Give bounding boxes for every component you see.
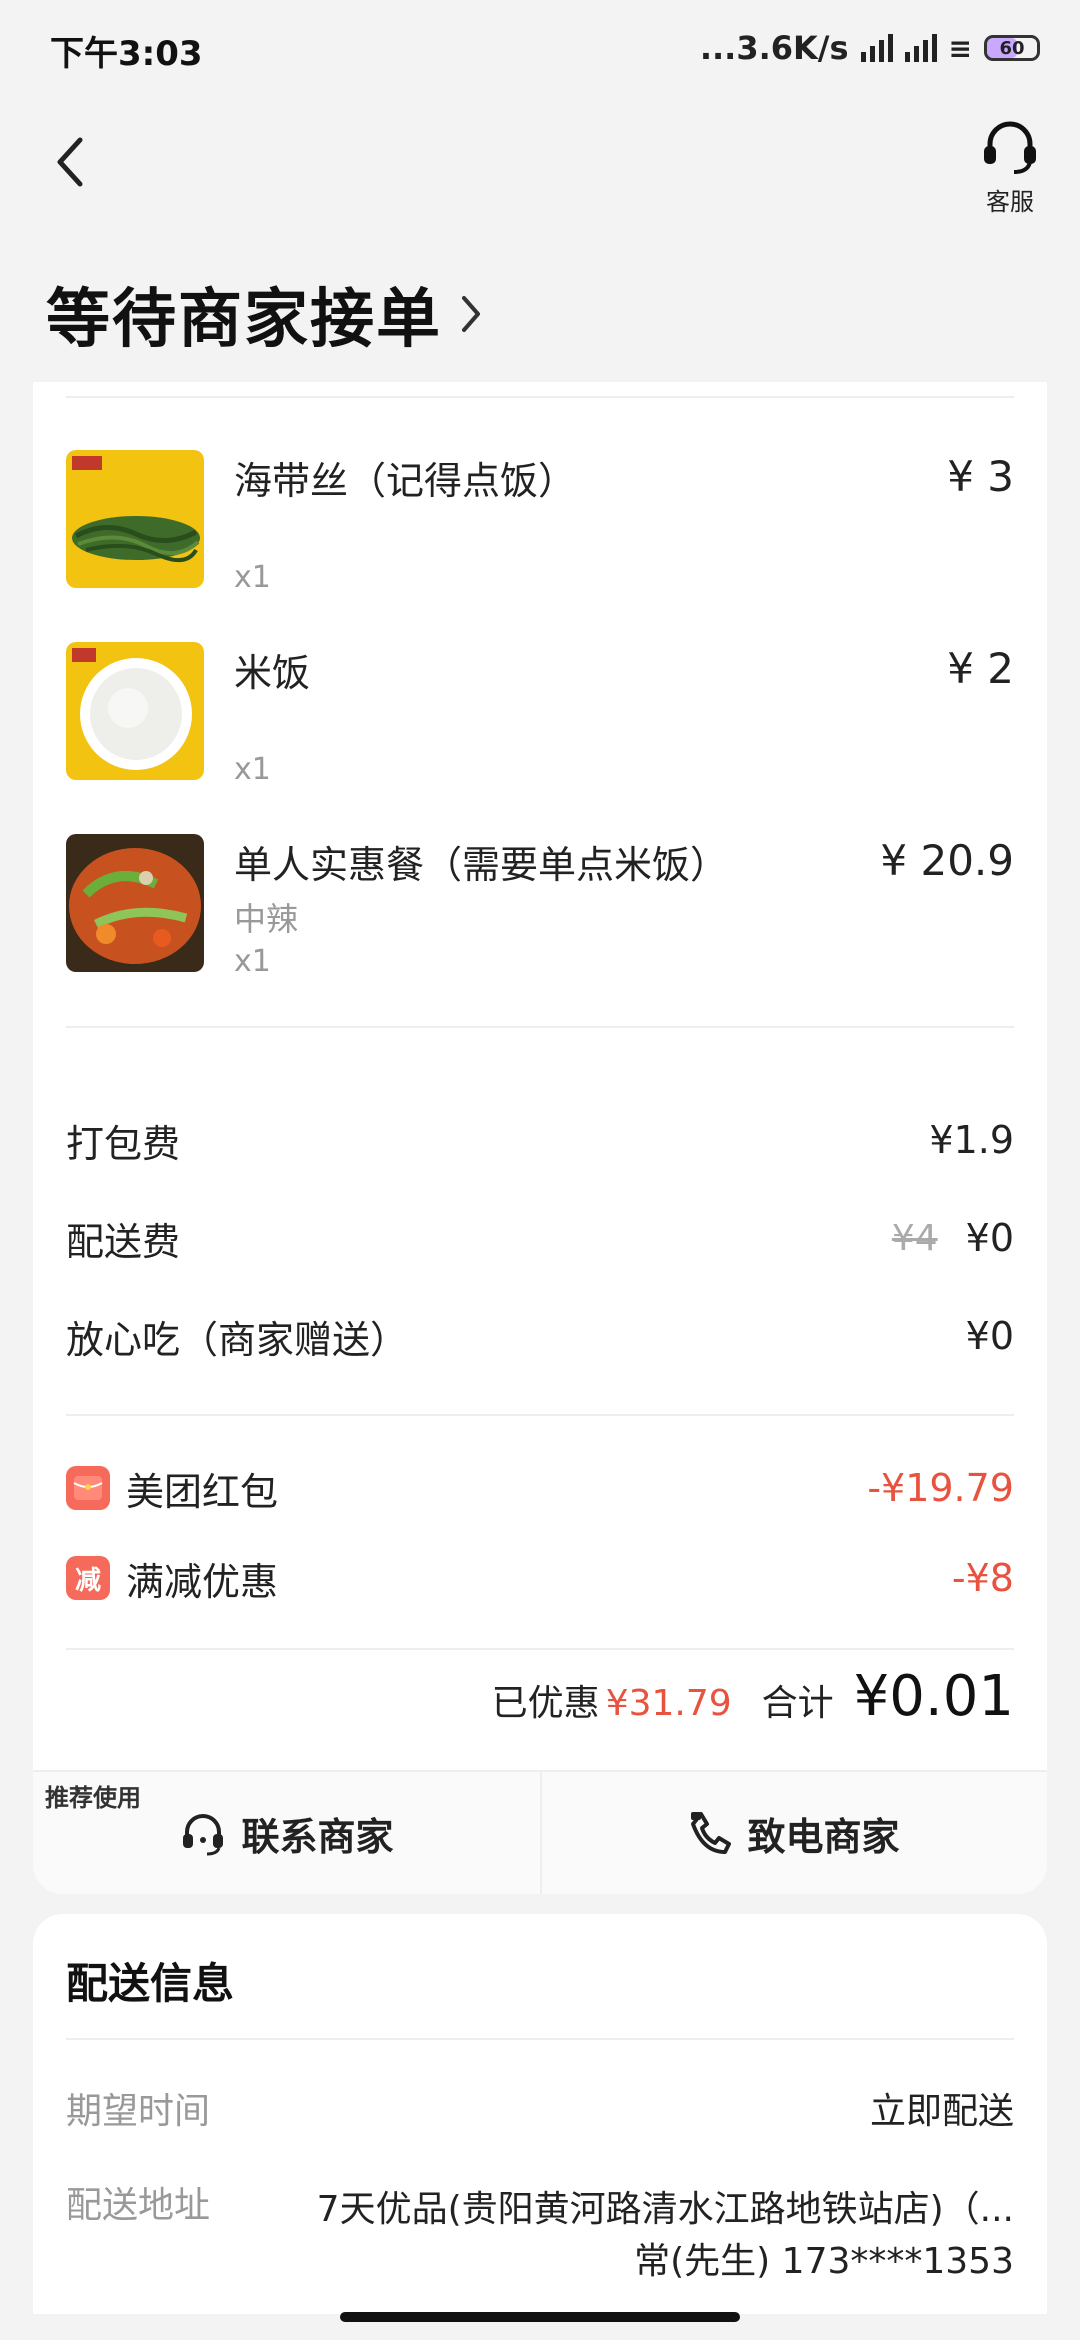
net-speed: ...3.6K/s <box>699 29 849 67</box>
delivery-info-title: 配送信息 <box>66 1959 235 2008</box>
signal-icon <box>860 34 893 62</box>
chevron-right-icon <box>462 296 480 332</box>
red-packet-label: 美团红包 <box>126 1469 279 1514</box>
item-price: ¥ 20.9 <box>880 836 1014 885</box>
saved-label: 已优惠 <box>491 1683 600 1724</box>
divider <box>66 1414 1014 1416</box>
wifi-icon: ≡ <box>948 31 972 65</box>
item-quantity: x1 <box>234 560 271 595</box>
signal-icon-2 <box>904 34 937 62</box>
order-item[interactable]: 海带丝（记得点饭） x1 ¥ 3 <box>66 450 1014 595</box>
packing-fee-row: 打包费 ¥1.9 <box>66 1110 1014 1170</box>
chat-headset-icon <box>183 1814 224 1856</box>
headset-icon <box>984 121 1036 174</box>
item-image-rice <box>66 642 204 780</box>
address-value: 7天优品(贵阳黄河路清水江路地铁站店)（... <box>316 2189 1014 2230</box>
divider <box>66 2038 1014 2040</box>
back-button[interactable] <box>54 134 94 190</box>
delivery-fee-original: ¥4 <box>891 1217 938 1259</box>
saved-value: ¥31.79 <box>605 1683 732 1724</box>
customer-service-button[interactable]: 客服 <box>970 118 1050 217</box>
home-indicator[interactable] <box>340 2312 740 2322</box>
item-image-set-meal <box>66 834 204 972</box>
call-merchant-label: 致电商家 <box>747 1814 900 1859</box>
expected-time-value: 立即配送 <box>869 2091 1014 2132</box>
red-packet-icon <box>66 1466 110 1510</box>
order-item[interactable]: 米饭 x1 ¥ 2 <box>66 642 1014 787</box>
total-row: 已优惠 ¥31.79 合计 ¥0.01 <box>492 1664 1014 1729</box>
expected-time-label: 期望时间 <box>66 2091 211 2132</box>
delivery-fee-label: 配送费 <box>66 1219 181 1264</box>
receiver-contact: 常(先生) 173****1353 <box>634 2241 1014 2282</box>
order-item[interactable]: 单人实惠餐（需要单点米饭） 中辣 x1 ¥ 20.9 <box>66 834 1014 979</box>
item-quantity: x1 <box>234 944 271 979</box>
divider <box>66 1648 1014 1650</box>
delivery-info-card: 配送信息 期望时间 立即配送 配送地址 7天优品(贵阳黄河路清水江路地铁站店)（… <box>33 1914 1047 2314</box>
call-merchant-button[interactable]: 致电商家 <box>540 1772 1047 1894</box>
reduction-label: 满减优惠 <box>126 1559 279 1604</box>
delivery-fee-row: 配送费 ¥4 ¥0 <box>66 1208 1014 1268</box>
item-spec: 中辣 <box>234 900 299 938</box>
status-bar: 下午3:03 ...3.6K/s ≡ 60 <box>0 0 1080 96</box>
sum-label: 合计 <box>761 1683 834 1724</box>
assurance-row: 放心吃（商家赠送） ¥0 <box>66 1306 1014 1366</box>
item-name: 单人实惠餐（需要单点米饭） <box>234 843 729 887</box>
contact-merchant-label: 联系商家 <box>241 1814 394 1859</box>
order-detail-card: 海带丝（记得点饭） x1 ¥ 3 米饭 x1 ¥ 2 单人实惠餐（需要单点米饭）… <box>33 382 1047 1894</box>
red-packet-row: 美团红包 -¥19.79 <box>66 1458 1014 1518</box>
assurance-label: 放心吃（商家赠送） <box>66 1317 409 1362</box>
page-title: 等待商家接单 <box>46 283 442 357</box>
assurance-value: ¥0 <box>965 1314 1014 1358</box>
red-packet-value: -¥19.79 <box>867 1466 1014 1510</box>
divider <box>66 1026 1014 1028</box>
address-label: 配送地址 <box>66 2185 211 2226</box>
battery-icon: 60 <box>984 35 1040 61</box>
item-price: ¥ 2 <box>947 644 1014 693</box>
sum-value: ¥0.01 <box>853 1664 1014 1729</box>
packing-fee-value: ¥1.9 <box>929 1118 1014 1162</box>
recommend-tag: 推荐使用 <box>45 1784 141 1812</box>
item-image-seaweed <box>66 450 204 588</box>
phone-icon <box>691 1812 732 1854</box>
item-name: 米饭 <box>234 651 311 695</box>
packing-fee-label: 打包费 <box>66 1121 181 1166</box>
delivery-fee-value: ¥0 <box>965 1216 1014 1260</box>
service-label: 客服 <box>986 188 1034 216</box>
reduction-value: -¥8 <box>951 1556 1014 1600</box>
item-price: ¥ 3 <box>947 452 1014 501</box>
reduction-badge-icon: 减 <box>66 1556 110 1600</box>
contact-bar: 推荐使用 联系商家 致电商家 <box>33 1770 1047 1894</box>
status-time: 下午3:03 <box>50 34 203 74</box>
item-name: 海带丝（记得点饭） <box>234 459 577 503</box>
item-quantity: x1 <box>234 752 271 787</box>
reduction-row: 减 满减优惠 -¥8 <box>66 1548 1014 1608</box>
divider <box>66 396 1014 398</box>
status-indicators: ...3.6K/s ≡ 60 <box>700 26 1040 70</box>
chevron-left-icon <box>57 137 83 187</box>
contact-merchant-button[interactable]: 推荐使用 联系商家 <box>33 1772 540 1894</box>
order-status-title[interactable]: 等待商家接单 <box>46 268 482 360</box>
